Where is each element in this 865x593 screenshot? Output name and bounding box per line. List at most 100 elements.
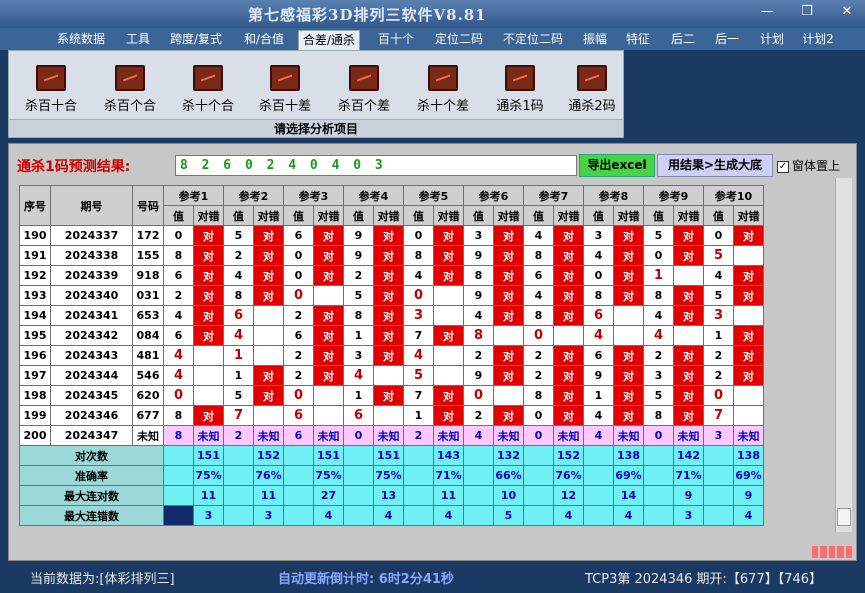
ref-hit [553, 325, 584, 346]
stats-value: 4 [433, 505, 464, 526]
col-header-value[interactable]: 值 [343, 205, 374, 226]
col-header-value[interactable]: 值 [283, 205, 314, 226]
menu-item[interactable]: 不定位二码 [500, 30, 566, 50]
col-header-hit[interactable]: 对错 [433, 205, 464, 226]
ref-hit: 对 [193, 405, 224, 426]
restore-icon[interactable]: ❐ [796, 4, 818, 20]
menu-item[interactable]: 计划2 [801, 30, 835, 50]
menu-item[interactable]: 后一 [713, 30, 741, 50]
menu-item[interactable]: 工具 [124, 30, 152, 50]
table-row[interactable]: 199 2024346 677 8 对 7 6 6 1 对 2 对 0 对 4 对 8 对 7 [19, 405, 764, 426]
ribbon-button[interactable]: 杀十个差 [408, 65, 478, 114]
col-header-ref[interactable]: 参考2 [223, 185, 284, 206]
table-row[interactable]: 196 2024343 481 4 1 2 对 3 对 4 2 对 2 对 6 对 2 对 2 对 [19, 345, 764, 366]
col-header-hit[interactable]: 对错 [733, 205, 764, 226]
col-header-hit[interactable]: 对错 [613, 205, 644, 226]
ref-hit [373, 365, 404, 386]
ref-value: 4 [583, 245, 614, 266]
col-header-value[interactable]: 值 [223, 205, 254, 226]
stats-value: 143 [433, 445, 464, 466]
prediction-result-field[interactable]: 8 2 6 0 2 4 0 4 0 3 [175, 155, 577, 176]
menu-item[interactable]: 合差/通杀 [298, 30, 360, 50]
menu-item[interactable]: 特征 [624, 30, 652, 50]
ref-value: 8 [463, 325, 494, 346]
table-row[interactable]: 192 2024339 918 6 对 4 对 0 对 2 对 4 对 8 对 6 对 0 对 1 4 对 [19, 265, 764, 286]
ribbon-button[interactable]: 杀百个差 [329, 65, 399, 114]
col-header-hit[interactable]: 对错 [313, 205, 344, 226]
ref-hit: 对 [613, 405, 644, 426]
col-header-hit[interactable]: 对错 [373, 205, 404, 226]
col-header-value[interactable]: 值 [703, 205, 734, 226]
col-header-ref[interactable]: 参考5 [403, 185, 464, 206]
col-header-hit[interactable]: 对错 [493, 205, 524, 226]
stats-spacer [643, 505, 674, 526]
col-header-hit[interactable]: 对错 [553, 205, 584, 226]
col-header-value[interactable]: 值 [523, 205, 554, 226]
menu-item[interactable]: 跨度/复式 [168, 30, 224, 50]
col-header-ref[interactable]: 参考1 [163, 185, 224, 206]
table-row[interactable]: 198 2024345 620 0 5 对 0 1 对 7 对 0 8 对 1 对 5 对 0 [19, 385, 764, 406]
stats-spacer [343, 505, 374, 526]
col-header-period[interactable]: 期号 [50, 185, 133, 226]
table-row[interactable]: 195 2024342 084 6 对 4 6 对 1 对 7 对 8 0 4 4 1 对 [19, 325, 764, 346]
col-header-hit[interactable]: 对错 [673, 205, 704, 226]
table-row[interactable]: 200 2024347 未知 8 未知 2 未知 6 未知 0 未知 2 未知 4 未知 0 未知 4 未知 0 未知 3… [19, 425, 764, 446]
col-header-hit[interactable]: 对错 [253, 205, 284, 226]
generate-base-button[interactable]: 用结果>生成大底 [657, 154, 773, 177]
col-header-seq[interactable]: 序号 [19, 185, 51, 226]
ref-hit: 对 [373, 245, 404, 266]
menu-item[interactable]: 和/合值 [242, 30, 286, 50]
ribbon-button[interactable]: 杀十个合 [173, 65, 243, 114]
col-header-value[interactable]: 值 [163, 205, 194, 226]
ribbon-button[interactable]: 杀百十合 [16, 65, 86, 114]
table-row[interactable]: 197 2024344 546 4 1 对 2 对 4 5 9 对 2 对 9 对 3 对 2 对 [19, 365, 764, 386]
table-row[interactable]: 193 2024340 031 2 对 8 对 0 5 对 0 9 对 4 对 8 对 8 对 5 对 [19, 285, 764, 306]
on-top-checkbox[interactable]: ✓ 窗体置上 [777, 157, 840, 174]
menu-item[interactable]: 定位二码 [433, 30, 485, 50]
ribbon-button[interactable]: 通杀1码 [485, 65, 555, 114]
col-header-ref[interactable]: 参考10 [703, 185, 764, 206]
export-excel-button[interactable]: 导出excel [579, 154, 655, 177]
table-row[interactable]: 194 2024341 653 4 对 6 2 对 8 对 3 4 对 8 对 6 4 对 3 [19, 305, 764, 326]
col-header-ref[interactable]: 参考6 [463, 185, 524, 206]
menu-item[interactable]: 系统数据 [56, 30, 106, 50]
menu-item[interactable]: 振幅 [581, 30, 609, 50]
ribbon-button[interactable]: 杀百十差 [250, 65, 320, 114]
ref-hit [433, 305, 464, 326]
ribbon-button[interactable]: 杀百个合 [95, 65, 165, 114]
col-header-value[interactable]: 值 [463, 205, 494, 226]
table-row[interactable]: 190 2024337 172 0 对 5 对 6 对 9 对 0 对 3 对 4 对 3 对 5 对 0 对 [19, 225, 764, 246]
ref-hit: 对 [613, 285, 644, 306]
col-header-ref[interactable]: 参考9 [643, 185, 704, 206]
vertical-scrollbar[interactable] [835, 178, 852, 532]
col-header-ref[interactable]: 参考4 [343, 185, 404, 206]
col-header-value[interactable]: 值 [403, 205, 434, 226]
ref-value: 0 [283, 385, 314, 406]
col-header-ref[interactable]: 参考7 [523, 185, 584, 206]
close-icon[interactable]: ✕ [836, 4, 858, 20]
ref-value: 5 [343, 285, 374, 306]
col-header-ref[interactable]: 参考8 [583, 185, 644, 206]
menu-item[interactable]: 后二 [670, 30, 696, 50]
minimize-icon[interactable]: — [756, 4, 778, 20]
ref-hit: 未知 [253, 425, 284, 446]
ref-hit: 对 [193, 325, 224, 346]
menu-item[interactable]: 百十个 [377, 30, 415, 50]
col-header-value[interactable]: 值 [583, 205, 614, 226]
ref-value: 4 [463, 305, 494, 326]
ribbon-button[interactable]: 通杀2码 [557, 65, 627, 114]
col-header-hit[interactable]: 对错 [193, 205, 224, 226]
col-header-value[interactable]: 值 [643, 205, 674, 226]
table-row[interactable]: 191 2024338 155 8 对 2 对 0 对 9 对 8 对 9 对 8 对 4 对 0 对 5 [19, 245, 764, 266]
ref-value: 4 [523, 225, 554, 246]
ref-value: 6 [583, 345, 614, 366]
ref-value: 6 [583, 305, 614, 326]
ref-value: 3 [583, 225, 614, 246]
col-header-number[interactable]: 号码 [132, 185, 164, 226]
menu-item[interactable]: 计划 [758, 30, 786, 50]
scrollbar-thumb[interactable] [837, 508, 851, 526]
stats-spacer [403, 505, 434, 526]
col-header-ref[interactable]: 参考3 [283, 185, 344, 206]
ref-hit: 未知 [493, 425, 524, 446]
ref-value: 6 [283, 405, 314, 426]
